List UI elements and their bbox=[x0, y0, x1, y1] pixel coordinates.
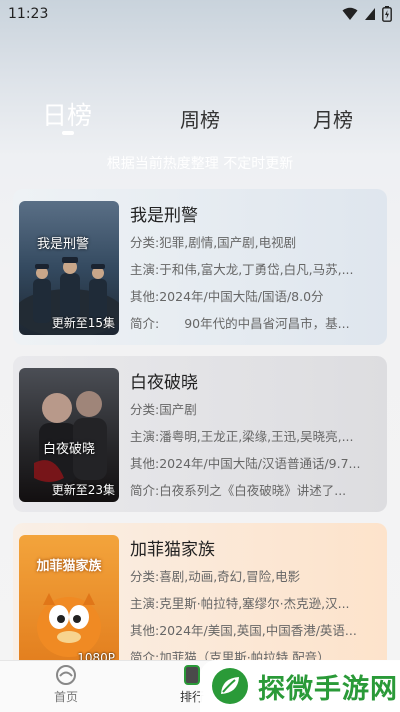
poster-image: 白夜破晓 更新至23集 bbox=[19, 368, 119, 502]
page-subtitle: 根据当前热度整理 不定时更新 bbox=[106, 156, 294, 172]
wifi-icon bbox=[342, 7, 358, 20]
leaf-logo-icon bbox=[212, 668, 248, 704]
ranking-tabs: 日榜 周榜 月榜 bbox=[0, 96, 400, 146]
status-bar: 11:23 bbox=[0, 0, 400, 28]
episode-badge: 更新至15集 bbox=[51, 316, 115, 330]
signal-icon bbox=[365, 8, 375, 20]
battery-icon bbox=[382, 6, 392, 22]
tab-daily[interactable]: 日榜 bbox=[42, 96, 92, 132]
tab-indicator bbox=[62, 131, 74, 135]
episode-badge: 更新至23集 bbox=[51, 483, 115, 497]
other-row: 其他:2024年/中国大陆/国语/8.0分 bbox=[130, 289, 324, 304]
poster-title: 白夜破晓 bbox=[42, 442, 95, 457]
tab-weekly[interactable]: 周榜 bbox=[180, 104, 220, 133]
category-row: 分类:国产剧 bbox=[130, 402, 197, 417]
card-title: 我是刑警 bbox=[130, 206, 198, 226]
poster-title: 加菲猫家族 bbox=[36, 559, 102, 574]
nav-home[interactable]: 首页 bbox=[31, 661, 101, 712]
list-item[interactable]: 白夜破晓 更新至23集 白夜破晓 分类:国产剧 主演:潘粤明,王龙正,梁缘,王迅… bbox=[13, 356, 387, 512]
category-row: 分类:喜剧,动画,奇幻,冒险,电影 bbox=[130, 569, 301, 584]
poster-title: 我是刑警 bbox=[37, 237, 90, 252]
tab-monthly[interactable]: 月榜 bbox=[313, 104, 353, 133]
card-title: 加菲猫家族 bbox=[130, 540, 215, 560]
category-row: 分类:犯罪,剧情,国产剧,电视剧 bbox=[130, 235, 297, 250]
watermark-text: 探微手游网 bbox=[258, 673, 398, 705]
rank-icon bbox=[184, 665, 200, 685]
list-item[interactable]: 我是刑警 更新至15集 我是刑警 分类:犯罪,剧情,国产剧,电视剧 主演:于和伟… bbox=[13, 189, 387, 345]
card-title: 白夜破晓 bbox=[130, 373, 198, 393]
intro-row: 简介: 90年代的中昌省河昌市，基... bbox=[130, 316, 350, 331]
status-icons bbox=[342, 6, 392, 22]
status-time: 11:23 bbox=[8, 6, 49, 22]
card-info: 我是刑警 分类:犯罪,剧情,国产剧,电视剧 主演:于和伟,富大龙,丁勇岱,白凡,… bbox=[130, 201, 380, 337]
poster-image: 加菲猫家族 1080P bbox=[19, 535, 119, 669]
cast-row: 主演:潘粤明,王龙正,梁缘,王迅,吴晓亮,... bbox=[130, 429, 354, 444]
site-watermark: 探微手游网 bbox=[200, 660, 400, 712]
nav-home-label: 首页 bbox=[53, 690, 78, 704]
poster-image: 我是刑警 更新至15集 bbox=[19, 201, 119, 335]
other-row: 其他:2024年/美国,英国,中国香港/英语... bbox=[130, 623, 357, 638]
card-info: 加菲猫家族 分类:喜剧,动画,奇幻,冒险,电影 主演:克里斯·帕拉特,塞缪尔·杰… bbox=[130, 535, 380, 671]
cast-row: 主演:于和伟,富大龙,丁勇岱,白凡,马苏,... bbox=[130, 262, 354, 277]
intro-row: 简介:白夜系列之《白夜破晓》讲述了... bbox=[130, 483, 347, 498]
home-icon bbox=[56, 665, 76, 685]
other-row: 其他:2024年/中国大陆/汉语普通话/9.7... bbox=[130, 456, 361, 471]
cast-row: 主演:克里斯·帕拉特,塞缪尔·杰克逊,汉... bbox=[130, 596, 350, 611]
card-info: 白夜破晓 分类:国产剧 主演:潘粤明,王龙正,梁缘,王迅,吴晓亮,... 其他:… bbox=[130, 368, 380, 504]
